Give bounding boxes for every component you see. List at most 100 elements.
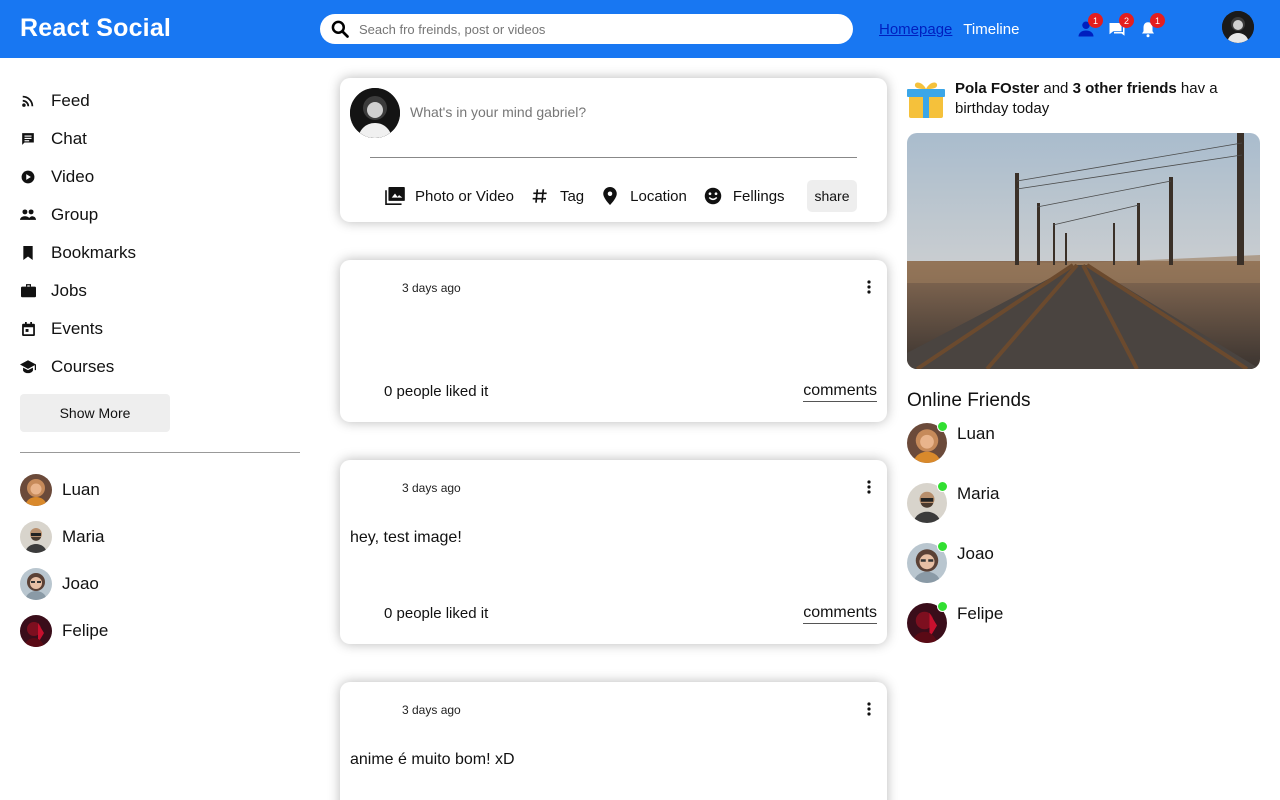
share-input[interactable] bbox=[410, 104, 810, 120]
photo-or-video-option[interactable]: Photo or Video bbox=[385, 186, 514, 206]
sidebar-item-group[interactable]: Group bbox=[20, 200, 98, 230]
search-bar[interactable] bbox=[320, 14, 853, 44]
gift-icon bbox=[907, 82, 945, 118]
post-date: 3 days ago bbox=[402, 281, 461, 295]
search-input[interactable] bbox=[359, 21, 829, 37]
rss-feed-icon bbox=[20, 93, 36, 109]
post-text: hey, test image! bbox=[350, 529, 462, 546]
friend-name: Luan bbox=[62, 480, 100, 499]
avatar bbox=[20, 615, 52, 647]
sidebar-item-video[interactable]: Video bbox=[20, 162, 94, 192]
friend-name: Maria bbox=[957, 484, 1000, 503]
sidebar-item-label: Bookmarks bbox=[51, 243, 137, 262]
sidebar-item-label: Group bbox=[51, 205, 99, 224]
show-more-button[interactable]: Show More bbox=[20, 394, 170, 432]
online-status-dot bbox=[937, 481, 948, 492]
friend-name: Joao bbox=[957, 544, 994, 563]
more-vert-icon[interactable] bbox=[865, 701, 873, 717]
avatar bbox=[350, 88, 400, 138]
friend-name: Maria bbox=[62, 527, 105, 546]
online-friends-title: Online Friends bbox=[907, 390, 1031, 411]
left-sidebar: Feed Chat Video Group Bookmarks Jobs Eve… bbox=[0, 58, 320, 800]
group-icon bbox=[20, 207, 36, 223]
share-divider bbox=[370, 157, 857, 158]
post-comments-link[interactable]: comments bbox=[803, 382, 877, 402]
share-options: Photo or Video Tag Location Fellings bbox=[385, 184, 801, 208]
sidebar-item-courses[interactable]: Courses bbox=[20, 352, 114, 382]
sidebar-item-chat[interactable]: Chat bbox=[20, 124, 87, 154]
sidebar-item-label: Jobs bbox=[51, 281, 87, 300]
search-icon bbox=[331, 20, 349, 38]
feelings-option[interactable]: Fellings bbox=[703, 186, 785, 206]
sidebar-friend[interactable]: Maria bbox=[20, 521, 105, 553]
post-likes: 0 people liked it bbox=[384, 605, 489, 622]
messages-button[interactable]: 2 bbox=[1108, 13, 1134, 38]
timeline-link[interactable]: Timeline bbox=[963, 21, 1019, 38]
notifications-button[interactable]: 1 bbox=[1139, 13, 1165, 38]
hashtag-icon bbox=[530, 186, 550, 206]
sidebar-friend[interactable]: Joao bbox=[20, 568, 99, 600]
bookmark-icon bbox=[20, 245, 36, 261]
calendar-icon bbox=[20, 321, 36, 337]
post-date: 3 days ago bbox=[402, 481, 461, 495]
sidebar-friend[interactable]: Luan bbox=[20, 474, 100, 506]
app-logo[interactable]: React Social bbox=[20, 14, 171, 43]
sidebar-divider bbox=[20, 452, 300, 453]
friend-name: Felipe bbox=[957, 604, 1004, 623]
avatar-image bbox=[1222, 11, 1254, 43]
profile-avatar[interactable] bbox=[1222, 11, 1254, 43]
sidebar-item-label: Feed bbox=[51, 91, 90, 110]
birthday-and: and bbox=[1039, 80, 1073, 97]
homepage-link[interactable]: Homepage bbox=[879, 21, 952, 38]
birthday-name[interactable]: Pola FOster bbox=[955, 80, 1039, 97]
photo-library-icon bbox=[385, 186, 405, 206]
emoji-smile-icon bbox=[703, 186, 723, 206]
share-card: Photo or Video Tag Location Fellings sha… bbox=[340, 78, 887, 222]
option-label: Tag bbox=[559, 187, 585, 205]
top-links: Homepage Timeline bbox=[879, 21, 1026, 38]
post-card: 3 days ago 0 people liked it comments bbox=[340, 260, 887, 422]
post-date: 3 days ago bbox=[402, 703, 461, 717]
friend-name: Felipe bbox=[62, 621, 109, 640]
chat-icon bbox=[20, 131, 36, 147]
location-pin-icon bbox=[600, 186, 620, 206]
sidebar-friend[interactable]: Felipe bbox=[20, 615, 108, 647]
post-comments-link[interactable]: comments bbox=[803, 604, 877, 624]
sidebar-item-label: Courses bbox=[51, 357, 115, 376]
friend-requests-badge: 1 bbox=[1088, 13, 1103, 28]
option-label: Photo or Video bbox=[415, 187, 514, 205]
more-vert-icon[interactable] bbox=[865, 279, 873, 295]
avatar bbox=[20, 568, 52, 600]
birthday-text: Pola FOster and 3 other friends hav a bi… bbox=[955, 79, 1245, 119]
post-card: 3 days ago hey, test image! 0 people lik… bbox=[340, 460, 887, 644]
play-circle-icon bbox=[20, 169, 36, 185]
sidebar-item-label: Chat bbox=[51, 129, 87, 148]
post-text: anime é muito bom! xD bbox=[350, 751, 515, 768]
more-vert-icon[interactable] bbox=[865, 479, 873, 495]
ad-image[interactable] bbox=[907, 133, 1260, 369]
sidebar-item-label: Video bbox=[51, 167, 95, 186]
school-icon bbox=[20, 359, 36, 375]
friend-name: Joao bbox=[62, 574, 99, 593]
tag-option[interactable]: Tag bbox=[530, 186, 584, 206]
notifications-badge: 1 bbox=[1150, 13, 1165, 28]
railway-photo bbox=[907, 133, 1260, 369]
topbar: React Social Homepage Timeline 1 2 1 bbox=[0, 0, 1280, 58]
sidebar-item-label: Events bbox=[51, 319, 103, 338]
friend-name: Luan bbox=[957, 424, 995, 443]
sidebar-item-feed[interactable]: Feed bbox=[20, 86, 90, 116]
sidebar-item-jobs[interactable]: Jobs bbox=[20, 276, 87, 306]
online-status-dot bbox=[937, 541, 948, 552]
post-card: 3 days ago anime é muito bom! xD bbox=[340, 682, 887, 800]
birthday-others[interactable]: 3 other friends bbox=[1073, 80, 1177, 97]
location-option[interactable]: Location bbox=[600, 186, 687, 206]
online-status-dot bbox=[937, 421, 948, 432]
friend-requests-button[interactable]: 1 bbox=[1077, 13, 1103, 38]
avatar bbox=[20, 474, 52, 506]
option-label: Fellings bbox=[732, 187, 785, 205]
avatar bbox=[20, 521, 52, 553]
sidebar-item-bookmarks[interactable]: Bookmarks bbox=[20, 238, 136, 268]
sidebar-item-events[interactable]: Events bbox=[20, 314, 103, 344]
online-status-dot bbox=[937, 601, 948, 612]
share-button[interactable]: share bbox=[807, 180, 857, 212]
